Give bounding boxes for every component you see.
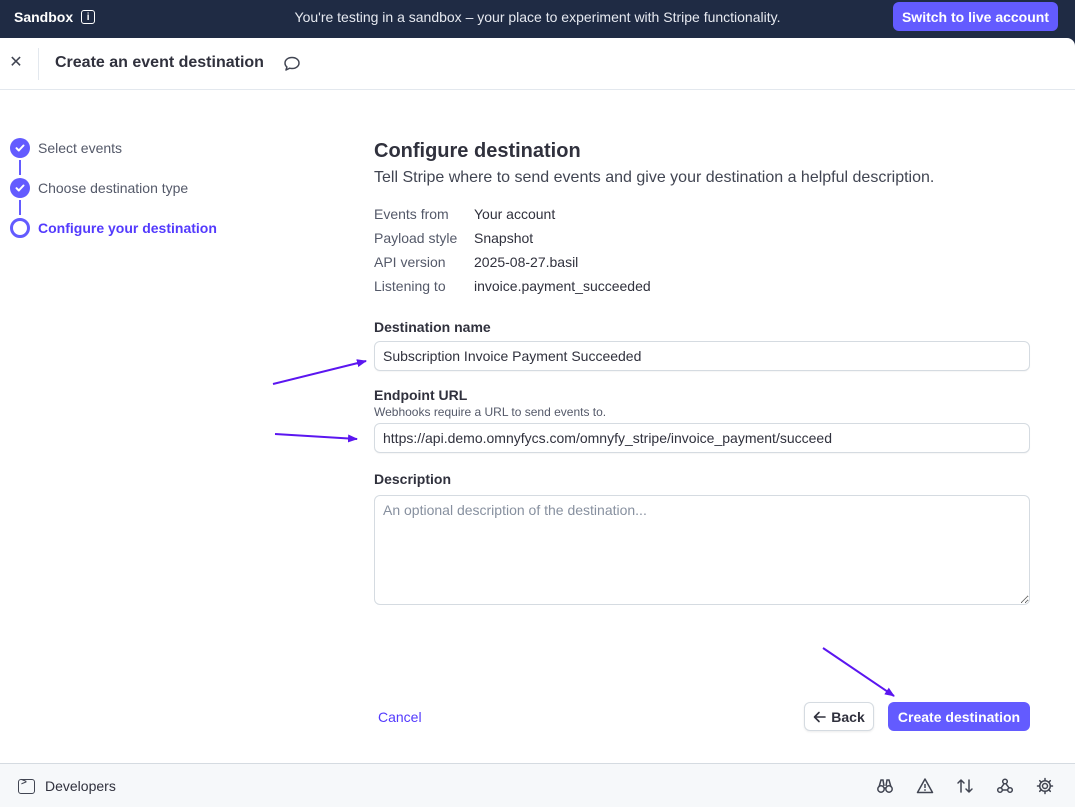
create-destination-button[interactable]: Create destination <box>888 702 1030 731</box>
summary-row: Listening to invoice.payment_succeeded <box>374 277 1030 301</box>
summary-key: Events from <box>374 206 449 222</box>
developers-toggle[interactable]: Developers <box>18 777 116 794</box>
description-label: Description <box>374 471 452 487</box>
sandbox-banner: Sandbox i You're testing in a sandbox – … <box>0 0 1075 38</box>
create-destination-panel: ✕ Create an event destination Select eve… <box>0 38 1075 763</box>
endpoint-url-help: Webhooks require a URL to send events to… <box>374 405 607 419</box>
step-label: Select events <box>38 140 123 156</box>
developers-toolbar: Developers <box>0 763 1075 807</box>
back-button-label: Back <box>831 708 865 725</box>
summary-value: Your account <box>474 206 556 222</box>
summary-row: API version 2025-08-27.basil <box>374 253 1030 277</box>
step-configure-destination[interactable]: Configure your destination <box>10 218 217 258</box>
summary-value: invoice.payment_succeeded <box>474 278 651 294</box>
summary-key: API version <box>374 254 446 270</box>
description-group: Description <box>374 471 1030 610</box>
endpoint-url-label: Endpoint URL <box>374 387 468 403</box>
destination-name-input[interactable] <box>374 341 1030 371</box>
gear-icon[interactable] <box>1036 777 1054 795</box>
sort-arrows-icon[interactable] <box>956 777 974 795</box>
feedback-icon[interactable] <box>283 56 301 72</box>
current-step-icon <box>10 218 30 238</box>
summary-row: Payload style Snapshot <box>374 229 1030 253</box>
description-textarea[interactable] <box>374 495 1030 605</box>
endpoint-url-input[interactable] <box>374 423 1030 453</box>
form-heading: Configure destination <box>374 140 581 162</box>
step-connector <box>19 200 21 215</box>
summary-value: 2025-08-27.basil <box>474 254 579 270</box>
configure-destination-form: Configure destination Tell Stripe where … <box>374 138 1030 610</box>
summary-value: Snapshot <box>474 230 534 246</box>
progress-steps: Select events Choose destination type Co… <box>10 138 217 258</box>
step-choose-destination-type[interactable]: Choose destination type <box>10 178 217 218</box>
binoculars-icon[interactable] <box>876 777 894 795</box>
check-icon <box>10 178 30 198</box>
endpoint-url-group: Endpoint URL Webhooks require a URL to s… <box>374 387 1030 453</box>
header-divider <box>38 48 39 80</box>
panel-header: ✕ Create an event destination <box>0 38 1075 90</box>
summary-key: Payload style <box>374 230 458 246</box>
page-title: Create an event destination <box>55 54 264 71</box>
form-subheading: Tell Stripe where to send events and giv… <box>374 169 935 186</box>
cancel-button[interactable]: Cancel <box>378 709 422 725</box>
step-select-events[interactable]: Select events <box>10 138 217 178</box>
summary-key: Listening to <box>374 278 446 294</box>
destination-summary: Events from Your account Payload style S… <box>374 205 1030 301</box>
terminal-icon <box>18 777 35 794</box>
warning-icon[interactable] <box>916 777 934 795</box>
back-button[interactable]: Back <box>804 702 874 731</box>
step-connector <box>19 160 21 175</box>
check-icon <box>10 138 30 158</box>
destination-name-label: Destination name <box>374 319 491 335</box>
step-label: Configure your destination <box>38 220 217 236</box>
webhook-icon[interactable] <box>996 777 1014 795</box>
switch-to-live-button[interactable]: Switch to live account <box>892 2 1058 31</box>
developers-label: Developers <box>45 778 116 794</box>
summary-row: Events from Your account <box>374 205 1030 229</box>
destination-name-group: Destination name <box>374 319 1030 371</box>
close-icon[interactable]: ✕ <box>9 55 23 71</box>
step-label: Choose destination type <box>38 180 189 196</box>
arrow-left-icon <box>813 711 827 722</box>
